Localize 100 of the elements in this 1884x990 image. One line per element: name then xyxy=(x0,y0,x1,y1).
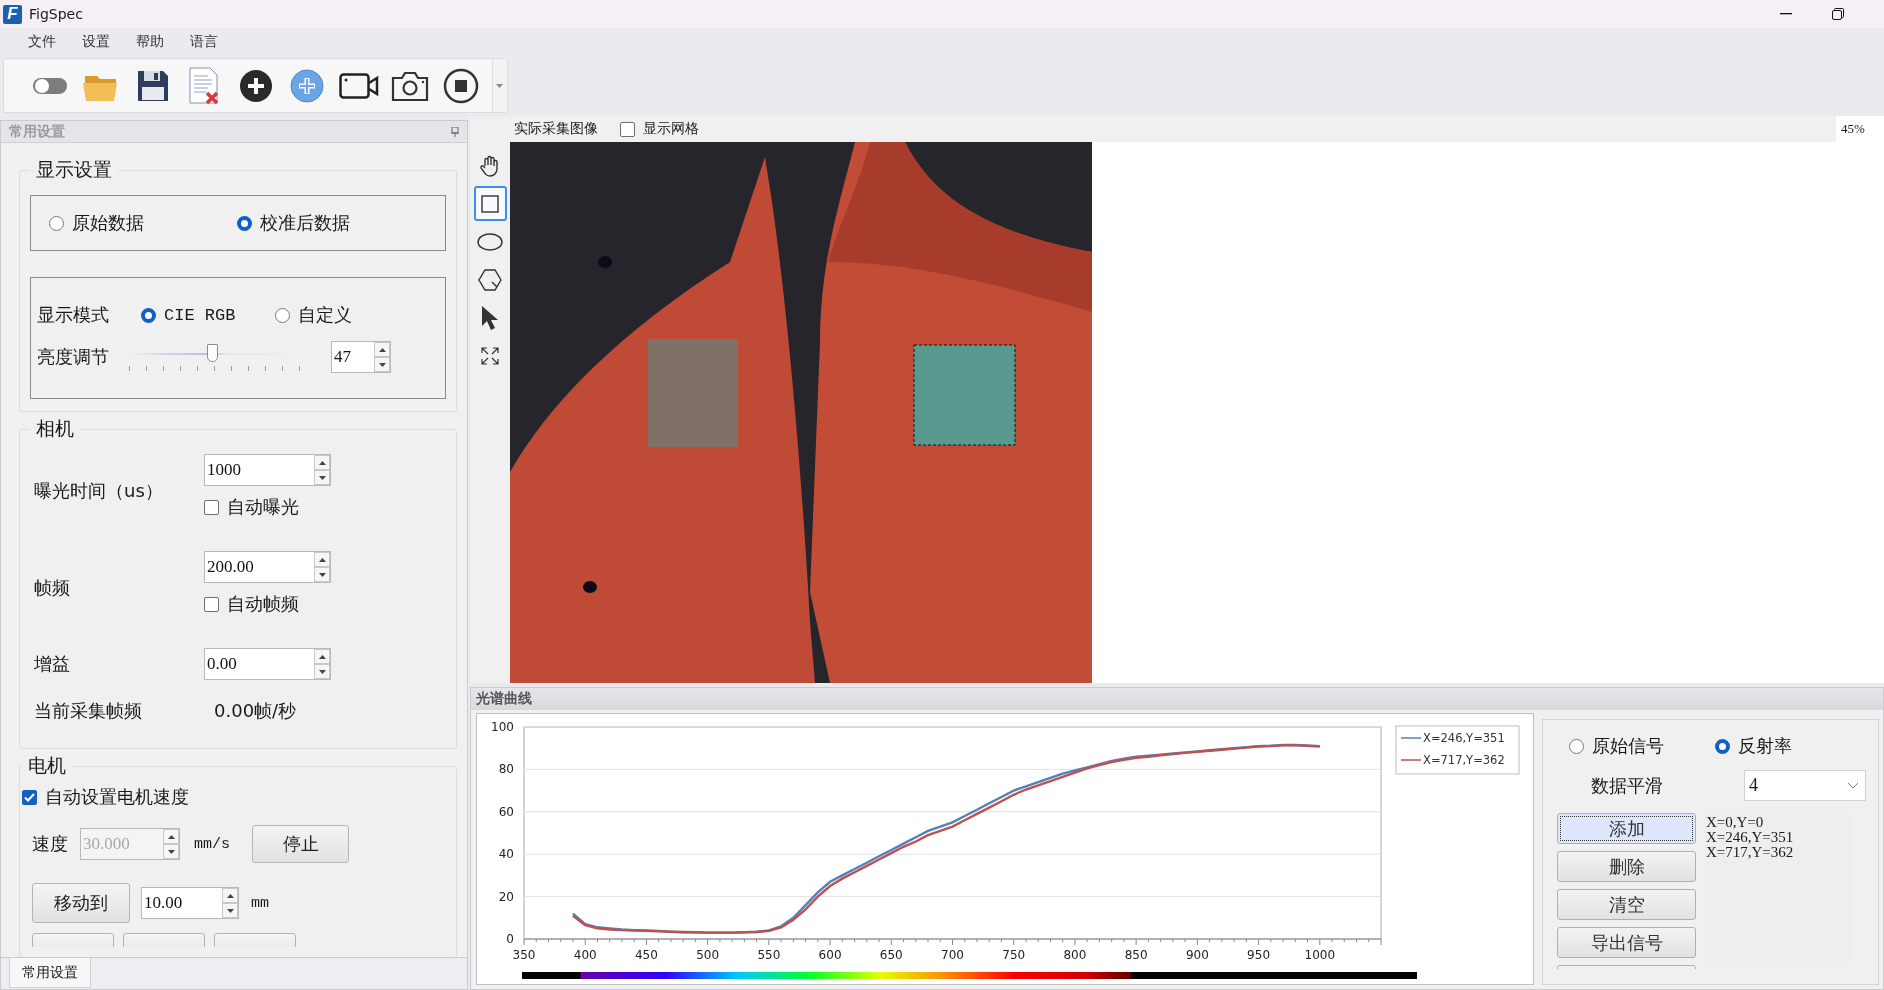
legend-label: X=717,Y=362 xyxy=(1423,753,1505,767)
spin-down-button[interactable] xyxy=(314,664,330,679)
x-tick-label: 450 xyxy=(635,948,658,962)
y-tick-label: 0 xyxy=(506,932,514,946)
menu-item[interactable]: 设置 xyxy=(82,33,110,51)
triangle-down-icon xyxy=(318,572,326,577)
action-button[interactable]: 添加 xyxy=(1557,813,1696,844)
radio-option[interactable]: CIE RGB xyxy=(141,305,275,325)
rectangle-icon xyxy=(481,194,499,213)
field-label: 增益 xyxy=(34,652,71,676)
slider-thumb[interactable] xyxy=(206,344,218,362)
x-tick-label: 700 xyxy=(941,948,964,962)
radio-circle[interactable] xyxy=(275,307,290,323)
fit-to-view-icon xyxy=(480,345,500,366)
action-button[interactable]: 导出信号 xyxy=(1557,927,1696,958)
radio-option[interactable]: 校准后数据 xyxy=(237,211,425,235)
y-tick-label: 100 xyxy=(491,720,514,734)
checkbox[interactable] xyxy=(204,499,219,515)
triangle-down-icon xyxy=(226,908,234,913)
radio-option[interactable]: 原始数据 xyxy=(49,211,237,235)
list-item[interactable]: X=717,Y=362 xyxy=(1706,845,1850,860)
x-tick-label: 600 xyxy=(818,948,842,962)
number-field[interactable]: 0.00 xyxy=(204,648,331,680)
stop-button[interactable]: 停止 xyxy=(252,825,349,863)
list-item[interactable]: X=0,Y=0 xyxy=(1706,815,1850,830)
legend-line xyxy=(1400,737,1422,739)
dropdown[interactable]: 4 xyxy=(1744,770,1866,801)
triangle-down-icon xyxy=(167,849,175,854)
x-tick-label: 750 xyxy=(1002,948,1026,962)
triangle-up-icon xyxy=(318,460,326,465)
list-item[interactable]: X=246,Y=351 xyxy=(1706,830,1850,845)
number-field[interactable]: 200.00 xyxy=(204,551,331,583)
action-button[interactable]: 删除 xyxy=(1557,851,1696,882)
ellipse-icon xyxy=(477,232,503,251)
caret-down-icon xyxy=(496,83,504,88)
x-tick-label: 550 xyxy=(757,948,781,962)
radio-option[interactable]: 原始信号 xyxy=(1569,734,1715,758)
tool-button[interactable] xyxy=(473,186,507,221)
checkbox[interactable] xyxy=(204,596,219,612)
triangle-up-icon xyxy=(318,654,326,659)
app-logo: F xyxy=(3,4,22,24)
triangle-up-icon xyxy=(318,557,326,562)
radio-option[interactable]: 自定义 xyxy=(275,303,385,327)
legend-line xyxy=(1400,759,1422,761)
radio-circle[interactable] xyxy=(1569,738,1584,754)
unit-label: mm xyxy=(251,894,269,912)
checkbox[interactable] xyxy=(620,121,635,137)
y-tick-label: 60 xyxy=(498,804,514,819)
triangle-down-icon xyxy=(318,475,326,480)
pointer-icon xyxy=(480,304,500,331)
group-title: 电机 xyxy=(27,753,67,778)
x-tick-label: 900 xyxy=(1185,948,1209,962)
spin-up-button[interactable] xyxy=(374,342,390,357)
minimize-icon[interactable] xyxy=(1780,13,1792,15)
triangle-up-icon xyxy=(167,834,175,839)
checkbox-option[interactable]: 自动帧频 xyxy=(204,592,446,616)
checkbox-option[interactable]: 自动曝光 xyxy=(204,495,446,519)
radio-circle[interactable] xyxy=(49,215,64,231)
spin-up-button[interactable] xyxy=(314,649,330,664)
radio-circle[interactable] xyxy=(237,215,252,231)
spin-down-button[interactable] xyxy=(314,567,330,582)
number-field[interactable]: 1000 xyxy=(204,454,331,486)
field-label: 速度 xyxy=(32,832,69,856)
radio-circle[interactable] xyxy=(141,307,156,323)
restore-icon[interactable] xyxy=(1832,8,1844,20)
spin-down-button[interactable] xyxy=(374,357,390,372)
checkbox[interactable] xyxy=(22,789,37,805)
checkbox-option[interactable]: 自动设置电机速度 xyxy=(22,785,446,809)
spin-down-button[interactable] xyxy=(222,903,238,918)
number-field[interactable]: 10.00 xyxy=(141,887,239,919)
action-button[interactable]: 清空 xyxy=(1557,889,1696,920)
field-label: 帧频 xyxy=(34,576,71,600)
number-field[interactable]: 47 xyxy=(331,341,391,373)
menu-item[interactable]: 帮助 xyxy=(136,33,164,51)
group-title: 相机 xyxy=(35,416,75,441)
triangle-down-icon xyxy=(378,362,386,367)
pin-icon[interactable] xyxy=(451,126,459,137)
spin-up-button[interactable] xyxy=(222,888,238,903)
panel-tab[interactable]: 常用设置 xyxy=(9,958,91,988)
field-label: 显示模式 xyxy=(37,303,110,327)
unit-label: mm/s xyxy=(194,835,231,853)
checkbox-option[interactable]: 显示网格 xyxy=(620,120,699,138)
y-tick-label: 20 xyxy=(498,889,514,904)
x-tick-label: 800 xyxy=(1063,948,1087,962)
spin-up-button[interactable] xyxy=(314,455,330,470)
polygon-icon xyxy=(478,267,502,292)
menu-item[interactable]: 语言 xyxy=(190,33,218,51)
radio-option[interactable]: 反射率 xyxy=(1715,734,1861,758)
x-tick-label: 400 xyxy=(573,948,597,962)
group-title: 显示设置 xyxy=(35,157,113,182)
spin-down-button[interactable] xyxy=(314,470,330,485)
x-tick-label: 500 xyxy=(696,948,720,962)
radio-circle[interactable] xyxy=(1715,738,1730,754)
menu-item[interactable]: 文件 xyxy=(28,33,56,51)
y-tick-label: 40 xyxy=(498,847,514,862)
chevron-down-icon xyxy=(1847,782,1859,789)
spin-up-button[interactable] xyxy=(314,552,330,567)
field-label: 曝光时间（us） xyxy=(34,479,164,503)
x-tick-label: 1000 xyxy=(1304,948,1336,962)
move-to-button[interactable]: 移动到 xyxy=(32,883,130,923)
